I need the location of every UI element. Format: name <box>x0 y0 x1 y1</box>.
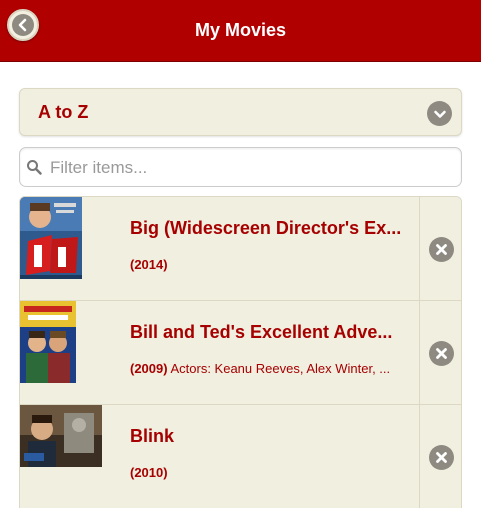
filter-input[interactable] <box>50 154 450 182</box>
movie-meta: (2014) <box>130 257 405 272</box>
movie-title: Blink <box>130 426 175 446</box>
list-item: Blink (2010) <box>20 405 461 508</box>
movie-title: Big (Widescreen Director's Ex... <box>130 218 402 238</box>
movie-actors: Actors: Keanu Reeves, Alex Winter, ... <box>167 361 391 376</box>
movie-year: (2009) <box>130 361 168 376</box>
delete-zone <box>419 405 461 508</box>
movie-poster-bill-and-ted <box>20 301 76 383</box>
search-box <box>19 147 462 187</box>
movie-title: Bill and Ted's Excellent Adve... <box>130 322 393 342</box>
sort-select[interactable]: A to Z <box>19 88 462 136</box>
sort-selected-value: A to Z <box>38 102 89 122</box>
delete-icon[interactable] <box>429 341 454 366</box>
movie-year: (2014) <box>130 257 168 272</box>
list-item: Big (Widescreen Director's Ex... (2014) <box>20 197 461 301</box>
search-icon <box>27 160 42 175</box>
list-item: Bill and Ted's Excellent Adve... (2009) … <box>20 301 461 405</box>
movie-poster-blink <box>20 405 102 467</box>
delete-zone <box>419 197 461 301</box>
movie-link[interactable]: Big (Widescreen Director's Ex... (2014) <box>20 197 418 301</box>
movie-meta: (2009) Actors: Keanu Reeves, Alex Winter… <box>130 361 405 376</box>
movie-link[interactable]: Bill and Ted's Excellent Adve... (2009) … <box>20 301 418 405</box>
movie-list: Big (Widescreen Director's Ex... (2014) <box>19 196 462 508</box>
movie-poster-big <box>20 197 82 279</box>
delete-icon[interactable] <box>429 445 454 470</box>
chevron-down-icon <box>427 101 452 126</box>
page-title: My Movies <box>194 20 287 40</box>
movie-year: (2010) <box>130 465 168 480</box>
delete-zone <box>419 301 461 405</box>
header-bar: My Movies <box>0 0 481 62</box>
movie-meta: (2010) <box>130 465 405 480</box>
delete-icon[interactable] <box>429 237 454 262</box>
movie-link[interactable]: Blink (2010) <box>20 405 418 508</box>
